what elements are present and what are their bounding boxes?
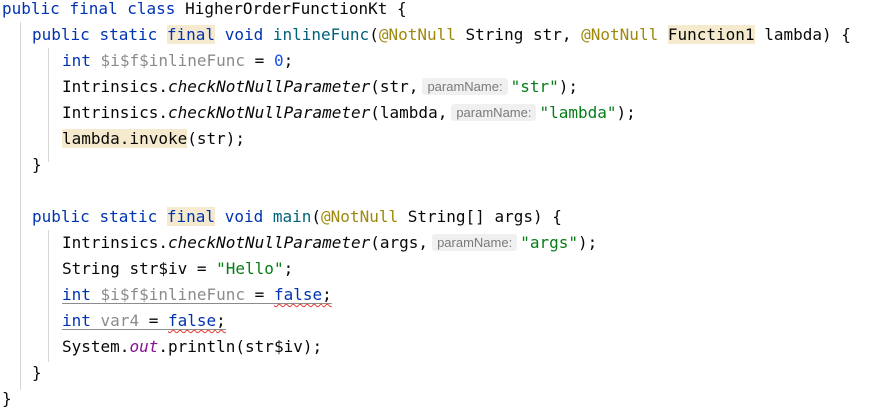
code-line-13[interactable]: int var4 = false; bbox=[62, 308, 226, 334]
code-line-14[interactable]: System.out.println(str$iv); bbox=[62, 334, 322, 360]
code-line-3[interactable]: int $i$f$inlineFunc = 0; bbox=[62, 48, 293, 74]
code-line-7[interactable]: } bbox=[32, 152, 42, 178]
parameter-hint: paramName: bbox=[432, 234, 518, 251]
code-line-6[interactable]: lambda.invoke(str); bbox=[62, 126, 245, 152]
code-line-1[interactable]: public final class HigherOrderFunctionKt… bbox=[2, 0, 407, 22]
code-line-17[interactable]: } bbox=[2, 386, 12, 412]
unused-assignment: int var4 = false; bbox=[62, 311, 226, 330]
code-line-5[interactable]: Intrinsics.checkNotNullParameter(lambda,… bbox=[62, 100, 636, 126]
code-line-2[interactable]: public static final void inlineFunc(@Not… bbox=[32, 22, 851, 48]
parameter-hint: paramName: bbox=[451, 104, 537, 121]
unused-assignment: int $i$f$inlineFunc = false; bbox=[62, 285, 332, 304]
indent-guide bbox=[48, 48, 49, 162]
code-line-11[interactable]: String str$iv = "Hello"; bbox=[62, 256, 293, 282]
indent-guide bbox=[48, 230, 49, 362]
code-line-12[interactable]: int $i$f$inlineFunc = false; bbox=[62, 282, 332, 308]
code-line-15[interactable]: } bbox=[32, 360, 42, 386]
code-line-9[interactable]: public static final void main(@NotNull S… bbox=[32, 204, 562, 230]
code-editor[interactable]: public final class HigherOrderFunctionKt… bbox=[0, 0, 877, 411]
parameter-hint: paramName: bbox=[422, 78, 508, 95]
code-line-4[interactable]: Intrinsics.checkNotNullParameter(str, par… bbox=[62, 74, 578, 100]
indent-guide bbox=[20, 22, 21, 390]
code-line-10[interactable]: Intrinsics.checkNotNullParameter(args, pa… bbox=[62, 230, 597, 256]
